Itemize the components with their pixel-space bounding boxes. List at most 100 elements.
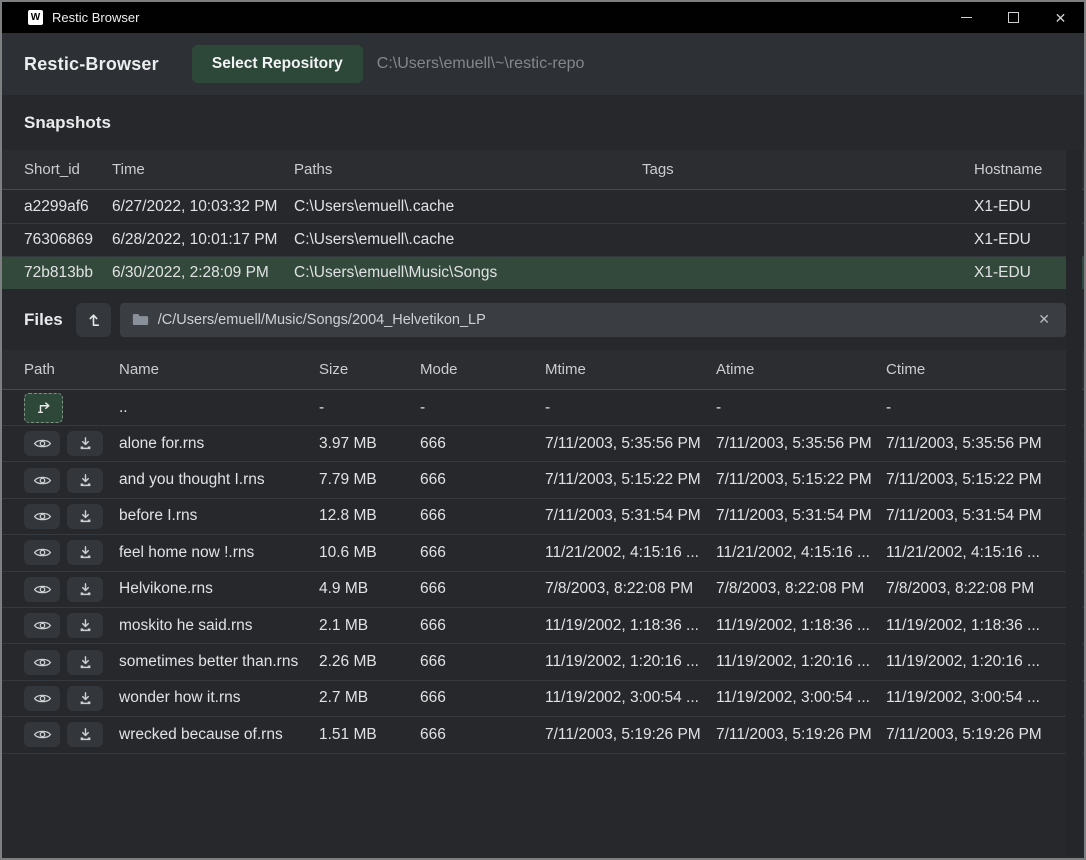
parent-directory-row: .. - - - - -	[2, 390, 1084, 425]
file-size: 2.7 MB	[319, 689, 420, 707]
download-file-button[interactable]	[67, 504, 103, 529]
file-mode: 666	[420, 435, 545, 453]
select-repository-button[interactable]: Select Repository	[192, 45, 363, 83]
snapshot-short-id: 72b813bb	[24, 264, 112, 282]
snapshot-short-id: a2299af6	[24, 198, 112, 216]
col-mode: Mode	[420, 361, 545, 378]
download-icon	[78, 473, 93, 488]
file-name: before I.rns	[119, 507, 319, 525]
snapshot-time: 6/28/2022, 10:01:17 PM	[112, 231, 294, 249]
close-button[interactable]: ✕	[1037, 2, 1084, 33]
files-table-body: alone for.rns 3.97 MB 666 7/11/2003, 5:3…	[2, 425, 1084, 754]
eye-icon	[33, 583, 52, 596]
snapshot-time: 6/27/2022, 10:03:32 PM	[112, 198, 294, 216]
file-ctime: 7/11/2003, 5:15:22 PM	[886, 471, 1066, 489]
file-mtime: 7/11/2003, 5:35:56 PM	[545, 435, 716, 453]
download-file-button[interactable]	[67, 431, 103, 456]
download-file-button[interactable]	[67, 468, 103, 493]
file-size: 7.79 MB	[319, 471, 420, 489]
snapshot-row[interactable]: a2299af6 6/27/2022, 10:03:32 PM C:\Users…	[2, 190, 1084, 223]
preview-file-button[interactable]	[24, 613, 60, 638]
download-icon	[78, 655, 93, 670]
eye-icon	[33, 474, 52, 487]
download-file-button[interactable]	[67, 613, 103, 638]
app-window: W Restic Browser ✕ Restic-Browser Select…	[0, 0, 1086, 860]
preview-file-button[interactable]	[24, 686, 60, 711]
file-size: 2.26 MB	[319, 653, 420, 671]
parent-ctime: -	[886, 399, 1066, 417]
file-name: feel home now !.rns	[119, 544, 319, 562]
preview-file-button[interactable]	[24, 722, 60, 747]
download-file-button[interactable]	[67, 686, 103, 711]
download-file-button[interactable]	[67, 722, 103, 747]
snapshot-time: 6/30/2022, 2:28:09 PM	[112, 264, 294, 282]
eye-icon	[33, 619, 52, 632]
file-mode: 666	[420, 689, 545, 707]
eye-icon	[33, 546, 52, 559]
col-size: Size	[319, 361, 420, 378]
download-file-button[interactable]	[67, 577, 103, 602]
file-ctime: 7/11/2003, 5:35:56 PM	[886, 435, 1066, 453]
minimize-icon	[961, 17, 972, 19]
file-ctime: 11/19/2002, 1:20:16 ...	[886, 653, 1066, 671]
file-mode: 666	[420, 544, 545, 562]
preview-file-button[interactable]	[24, 577, 60, 602]
file-mtime: 7/11/2003, 5:19:26 PM	[545, 726, 716, 744]
clear-path-button[interactable]: ✕	[1034, 309, 1054, 330]
preview-file-button[interactable]	[24, 540, 60, 565]
window-controls: ✕	[943, 2, 1084, 33]
file-size: 2.1 MB	[319, 617, 420, 635]
download-file-button[interactable]	[67, 650, 103, 675]
snapshot-row[interactable]: 72b813bb 6/30/2022, 2:28:09 PM C:\Users\…	[2, 256, 1084, 289]
file-name: wrecked because of.rns	[119, 726, 319, 744]
file-name: alone for.rns	[119, 435, 319, 453]
col-mtime: Mtime	[545, 361, 716, 378]
snapshots-heading: Snapshots	[24, 113, 111, 133]
file-atime: 7/11/2003, 5:19:26 PM	[716, 726, 886, 744]
files-heading: Files	[24, 310, 63, 330]
file-row: and you thought I.rns 7.79 MB 666 7/11/2…	[2, 461, 1084, 497]
file-atime: 7/8/2003, 8:22:08 PM	[716, 580, 886, 598]
file-ctime: 11/19/2002, 1:18:36 ...	[886, 617, 1066, 635]
file-ctime: 11/19/2002, 3:00:54 ...	[886, 689, 1066, 707]
preview-file-button[interactable]	[24, 468, 60, 493]
preview-file-button[interactable]	[24, 504, 60, 529]
snapshot-paths: C:\Users\emuell\Music\Songs	[294, 264, 642, 282]
download-icon	[78, 436, 93, 451]
repository-path: C:\Users\emuell\~\restic-repo	[377, 55, 585, 73]
go-to-parent-button[interactable]	[24, 393, 63, 423]
file-atime: 11/19/2002, 1:20:16 ...	[716, 653, 886, 671]
file-mtime: 11/19/2002, 1:18:36 ...	[545, 617, 716, 635]
minimize-button[interactable]	[943, 2, 990, 33]
file-atime: 11/19/2002, 3:00:54 ...	[716, 689, 886, 707]
eye-icon	[33, 728, 52, 741]
path-input[interactable]: /C/Users/emuell/Music/Songs/2004_Helveti…	[120, 303, 1066, 337]
file-mode: 666	[420, 653, 545, 671]
col-hostname: Hostname	[974, 161, 1066, 178]
file-name: wonder how it.rns	[119, 689, 319, 707]
file-name: and you thought I.rns	[119, 471, 319, 489]
maximize-icon	[1008, 12, 1019, 23]
file-mtime: 7/11/2003, 5:31:54 PM	[545, 507, 716, 525]
snapshot-row[interactable]: 76306869 6/28/2022, 10:01:17 PM C:\Users…	[2, 223, 1084, 256]
current-path: /C/Users/emuell/Music/Songs/2004_Helveti…	[158, 312, 1035, 328]
return-arrow-icon	[34, 400, 54, 415]
file-ctime: 7/8/2003, 8:22:08 PM	[886, 580, 1066, 598]
snapshot-hostname: X1-EDU	[974, 264, 1066, 282]
preview-file-button[interactable]	[24, 431, 60, 456]
col-atime: Atime	[716, 361, 886, 378]
download-icon	[78, 727, 93, 742]
download-file-button[interactable]	[67, 540, 103, 565]
file-ctime: 7/11/2003, 5:19:26 PM	[886, 726, 1066, 744]
maximize-button[interactable]	[990, 2, 1037, 33]
col-ctime: Ctime	[886, 361, 1066, 378]
file-row: wrecked because of.rns 1.51 MB 666 7/11/…	[2, 716, 1084, 752]
titlebar[interactable]: W Restic Browser ✕	[2, 2, 1084, 33]
file-atime: 7/11/2003, 5:35:56 PM	[716, 435, 886, 453]
download-icon	[78, 582, 93, 597]
window-title: Restic Browser	[52, 10, 139, 25]
app-header: Restic-Browser Select Repository C:\User…	[2, 33, 1084, 95]
open-snapshot-root-button[interactable]	[76, 303, 111, 337]
file-row: feel home now !.rns 10.6 MB 666 11/21/20…	[2, 534, 1084, 570]
preview-file-button[interactable]	[24, 650, 60, 675]
